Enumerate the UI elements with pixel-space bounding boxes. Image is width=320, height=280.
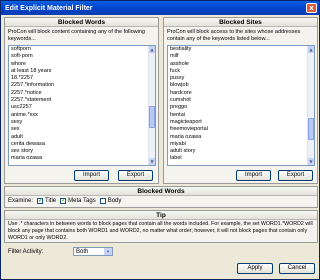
blocked-words-panel: Blocked Words ProCon will block content … <box>4 17 159 184</box>
scroll-thumb[interactable] <box>308 118 314 140</box>
blocked-words-description: ProCon will block content containing any… <box>8 29 145 42</box>
tip-text: Use .* characters in between words to bl… <box>8 221 313 242</box>
chevron-down-icon[interactable]: ▼ <box>104 248 112 255</box>
list-item[interactable]: anime.*xxx <box>9 112 155 119</box>
filter-activity-label: Filter Activity: <box>8 249 44 255</box>
filter-window: Edit Explicit Material Filter x Blocked … <box>0 0 320 280</box>
title-checkbox[interactable] <box>37 197 43 204</box>
list-item[interactable]: adult story <box>168 148 314 155</box>
close-icon[interactable]: x <box>306 3 317 13</box>
blocked-words-scrollbar[interactable]: ▲ ▼ <box>148 46 155 165</box>
list-item[interactable]: pussy <box>168 75 314 82</box>
blocked-sites-header: Blocked Sites <box>164 18 317 27</box>
tip-panel: Tip Use .* characters in between words t… <box>4 210 318 243</box>
list-item[interactable]: at least 18 years <box>9 68 155 75</box>
list-item[interactable]: freemovieportal <box>168 126 314 133</box>
list-item[interactable]: preggo <box>168 104 314 111</box>
meta-tags-checkbox[interactable] <box>60 197 66 204</box>
list-item[interactable]: sex story <box>9 148 155 155</box>
list-item[interactable]: adult <box>9 134 155 141</box>
scroll-up-icon[interactable]: ▲ <box>308 46 314 53</box>
list-item[interactable]: maria ozawa <box>9 155 155 162</box>
title-bar[interactable]: Edit Explicit Material Filter x <box>1 1 319 15</box>
blocked-sites-scrollbar[interactable]: ▲ ▼ <box>307 46 314 165</box>
examine-panel: Blocked Words Examine: Title Meta Tags B… <box>4 186 318 208</box>
blocked-sites-description: ProCon will block access to the sites wh… <box>167 29 301 42</box>
blocked-sites-export-button[interactable]: Export <box>278 170 313 181</box>
list-item[interactable]: blowjob <box>168 82 314 89</box>
list-item[interactable]: cerita dewasa <box>9 141 155 148</box>
body-checkbox[interactable] <box>99 198 106 204</box>
list-item[interactable]: soft-porn <box>9 53 155 60</box>
list-item[interactable]: milf <box>168 53 314 60</box>
blocked-words-list[interactable]: softporn soft-porn whore at least 18 years 1… <box>8 45 156 166</box>
list-item[interactable]: label <box>168 155 314 162</box>
examine-row: Examine: Title Meta Tags Body <box>8 197 122 204</box>
cancel-button[interactable]: Cancel <box>279 263 315 274</box>
scroll-down-icon[interactable]: ▼ <box>308 158 314 165</box>
window-title: Edit Explicit Material Filter <box>5 4 93 12</box>
list-item[interactable]: maria ozawa <box>168 134 314 141</box>
list-item[interactable]: bestiality <box>168 46 314 53</box>
scroll-up-icon[interactable]: ▲ <box>149 46 155 53</box>
filter-activity-select[interactable]: Both ▼ <box>73 247 113 256</box>
list-item[interactable]: hardcore <box>168 90 314 97</box>
blocked-words-import-button[interactable]: Import <box>74 170 109 181</box>
list-item[interactable]: 2257.*information <box>9 82 155 89</box>
list-item[interactable]: 2257.*statement <box>9 97 155 104</box>
apply-button[interactable]: Apply <box>237 263 273 274</box>
scroll-down-icon[interactable]: ▼ <box>149 158 155 165</box>
list-item[interactable]: cumshot <box>168 97 314 104</box>
tip-header: Tip <box>5 211 317 220</box>
list-item[interactable]: softporn <box>9 46 155 53</box>
list-item[interactable]: hentai <box>168 112 314 119</box>
filter-activity-value: Both <box>76 249 89 255</box>
list-item[interactable]: asshole <box>168 61 314 68</box>
blocked-sites-import-button[interactable]: Import <box>236 170 271 181</box>
list-item[interactable]: whore <box>9 61 155 68</box>
meta-tags-checkbox-label: Meta Tags <box>68 198 96 204</box>
list-item[interactable]: sexy <box>9 119 155 126</box>
blocked-words-export-button[interactable]: Export <box>118 170 153 181</box>
blocked-sites-list[interactable]: bestiality milf asshole fuck pussy blowjob har… <box>167 45 315 166</box>
list-item[interactable]: 18.*2257 <box>9 75 155 82</box>
list-item[interactable]: fuck <box>168 68 314 75</box>
list-item[interactable]: 2257.*notice <box>9 90 155 97</box>
list-item[interactable]: miyabi <box>168 141 314 148</box>
title-checkbox-label: Title <box>45 198 57 204</box>
scroll-thumb[interactable] <box>149 106 155 128</box>
list-item[interactable]: sex <box>9 126 155 133</box>
blocked-words-header: Blocked Words <box>5 18 158 27</box>
list-item[interactable]: usc2257 <box>9 104 155 111</box>
blocked-sites-panel: Blocked Sites ProCon will block access t… <box>163 17 318 184</box>
list-item[interactable]: magicteaport <box>168 119 314 126</box>
body-checkbox-label: Body <box>107 198 122 204</box>
examine-label: Examine: <box>8 198 34 204</box>
examine-header: Blocked Words <box>5 187 317 196</box>
